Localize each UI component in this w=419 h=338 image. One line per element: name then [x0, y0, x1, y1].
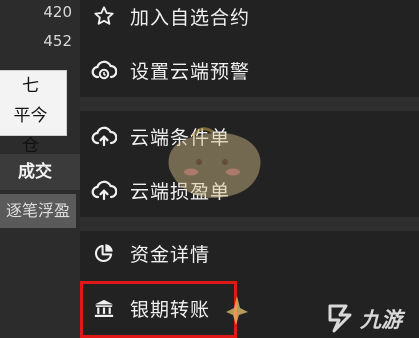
sparkle-icon — [226, 296, 248, 325]
star-icon — [91, 3, 117, 29]
menu-item-label: 设置云端预警 — [130, 60, 251, 83]
menu-separator — [80, 217, 419, 231]
menu-item-fund-details[interactable]: 资金详情 — [80, 233, 419, 273]
value-label: 420 — [43, 3, 72, 21]
deal-header[interactable]: 成交 — [0, 154, 70, 190]
watermark-text: 九游 — [360, 308, 402, 332]
highlight-box — [80, 281, 237, 338]
background-panel: 420 452 七平今 仓 成交 逐笔浮盈 — [0, 0, 80, 338]
cloud-upload-icon — [91, 177, 117, 203]
mascot-decoration — [168, 127, 261, 198]
cloud-alert-icon — [91, 57, 117, 83]
float-pnl-label[interactable]: 逐笔浮盈 — [0, 194, 76, 228]
watermark: 九游 — [320, 296, 419, 338]
menu-item-cloud-alert[interactable]: 设置云端预警 — [80, 50, 419, 90]
menu-item-add-favorite[interactable]: 加入自选合约 — [80, 0, 419, 36]
menu-item-label: 加入自选合约 — [130, 6, 251, 29]
close-button-line1: 平今 — [13, 106, 48, 126]
close-today-button[interactable]: 七平今 仓 — [0, 70, 67, 156]
nine-game-logo-icon — [328, 304, 352, 333]
cloud-upload-icon — [91, 123, 117, 149]
value-label: 452 — [43, 32, 72, 50]
pie-chart-icon — [91, 240, 117, 266]
close-button-prefix: 七 — [22, 76, 39, 96]
menu-item-label: 资金详情 — [130, 243, 211, 266]
menu-separator — [80, 97, 419, 111]
